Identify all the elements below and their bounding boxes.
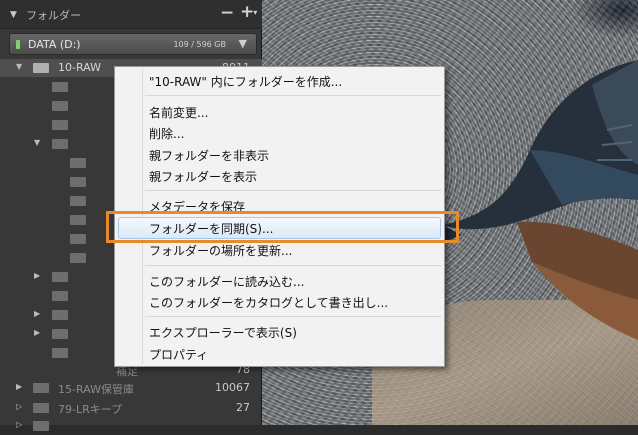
folder-icon [52, 291, 68, 301]
menu-item-show-parent[interactable]: 親フォルダーを表示 [149, 168, 257, 185]
folder-icon [52, 348, 68, 358]
volume-menu-icon[interactable]: ▼ [239, 37, 247, 50]
folder-count: 27 [236, 401, 250, 414]
menu-separator [145, 265, 441, 266]
volume-size: 109 / 596 GB [173, 40, 226, 49]
folder-icon [52, 329, 68, 339]
menu-item-delete[interactable]: 削除... [149, 125, 184, 142]
expand-triangle-icon[interactable]: ▼ [16, 62, 22, 71]
folder-row[interactable]: ▷ [0, 417, 262, 435]
folder-icon [33, 403, 49, 413]
menu-item-update-location[interactable]: フォルダーの場所を更新... [149, 242, 292, 259]
folder-label: 79-LRキープ [58, 403, 123, 416]
dropdown-triangle-icon: ▾ [253, 8, 258, 17]
folder-icon [52, 139, 68, 149]
folder-icon [52, 82, 68, 92]
add-folder-button[interactable]: +▾ [240, 2, 258, 22]
menu-item-create-folder[interactable]: "10-RAW" 内にフォルダーを作成... [149, 73, 342, 90]
expand-triangle-icon[interactable]: ▷ [16, 402, 22, 411]
expand-triangle-icon[interactable]: ▼ [34, 138, 40, 147]
folder-icon [70, 177, 86, 187]
volume-name: DATA (D:) [28, 38, 81, 51]
expand-triangle-icon[interactable]: ▶ [34, 271, 40, 280]
panel-title: フォルダー [26, 9, 81, 22]
expand-triangle-icon[interactable]: ▶ [34, 328, 40, 337]
menu-item-properties[interactable]: プロパティ [149, 346, 208, 363]
folder-row[interactable]: ▷ 79-LRキープ 27 [0, 399, 262, 417]
folder-label: 15-RAW保管庫 [58, 383, 134, 396]
volume-status-icon [16, 40, 20, 49]
menu-separator [145, 190, 441, 191]
panel-header[interactable]: ▼ フォルダー − +▾ [0, 0, 262, 29]
expand-triangle-icon[interactable]: ▶ [34, 309, 40, 318]
folder-icon [33, 63, 49, 73]
menu-separator [145, 95, 441, 96]
menu-item-import-to-folder[interactable]: このフォルダーに読み込む... [149, 273, 304, 290]
menu-separator [145, 316, 441, 317]
folder-icon [52, 272, 68, 282]
folder-icon [70, 158, 86, 168]
expand-triangle-icon[interactable]: ▶ [16, 382, 22, 391]
folder-icon [70, 253, 86, 263]
folder-count: 10067 [215, 381, 250, 394]
folder-row[interactable]: ▶ 15-RAW保管庫 10067 [0, 379, 262, 397]
folder-icon [33, 383, 49, 393]
highlight-annotation-box [106, 211, 459, 243]
folder-icon [70, 215, 86, 225]
menu-item-show-in-explorer[interactable]: エクスプローラーで表示(S) [149, 324, 297, 341]
folder-icon [52, 120, 68, 130]
folder-icon [52, 101, 68, 111]
menu-item-hide-parent[interactable]: 親フォルダーを非表示 [149, 147, 269, 164]
remove-folder-button[interactable]: − [220, 3, 234, 23]
collapse-triangle-icon[interactable]: ▼ [10, 10, 17, 20]
folder-icon [70, 234, 86, 244]
folder-icon [70, 196, 86, 206]
menu-item-rename[interactable]: 名前変更... [149, 104, 208, 121]
volume-bar[interactable]: DATA (D:) 109 / 596 GB ▼ [9, 33, 257, 55]
folder-icon [33, 421, 49, 431]
folder-label: 10-RAW [58, 61, 101, 74]
menu-item-export-as-catalog[interactable]: このフォルダーをカタログとして書き出し... [149, 294, 388, 311]
folder-icon [52, 310, 68, 320]
